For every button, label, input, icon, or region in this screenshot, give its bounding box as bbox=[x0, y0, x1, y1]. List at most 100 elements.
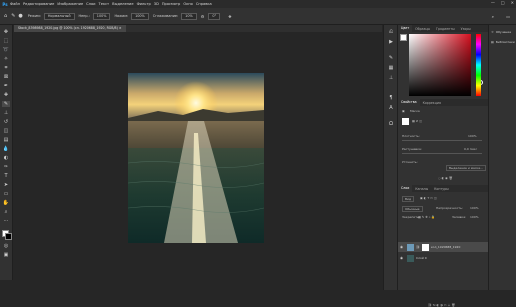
layer-row-active[interactable]: ◉ ⛓ кол_1920688_1920 bbox=[398, 242, 489, 252]
healing-tool-icon[interactable]: ✚ bbox=[2, 92, 10, 98]
search-icon[interactable]: ⌕ bbox=[492, 14, 494, 19]
blur-tool-icon[interactable]: 💧 bbox=[2, 146, 10, 152]
maximize-icon[interactable]: □ bbox=[501, 0, 505, 5]
feather-value[interactable]: 0,0 пикс bbox=[464, 147, 477, 151]
background-color-swatch[interactable] bbox=[5, 233, 12, 240]
tab-layers[interactable]: Слои bbox=[398, 185, 413, 192]
symmetry-icon[interactable]: ❖ bbox=[228, 14, 232, 19]
history-panel-icon[interactable]: ⎌ bbox=[387, 29, 395, 35]
hand-tool-icon[interactable]: ✋ bbox=[2, 200, 10, 206]
layer-opacity-value[interactable]: 100% bbox=[470, 206, 479, 210]
color-panel-foreground-swatch[interactable] bbox=[400, 34, 407, 41]
brush-preset-icon[interactable]: ● bbox=[18, 13, 22, 19]
fill-value[interactable]: 100% bbox=[470, 215, 479, 219]
home-icon[interactable]: ⌂ bbox=[4, 13, 7, 19]
color-picker-field[interactable] bbox=[409, 34, 471, 96]
path-select-tool-icon[interactable]: ➤ bbox=[2, 182, 10, 188]
brushes-panel-icon[interactable]: ▦ bbox=[387, 65, 395, 71]
density-label: Плотность: bbox=[402, 134, 420, 138]
layer-row[interactable]: ◉ Слой 0 bbox=[398, 253, 489, 263]
tab-paths[interactable]: Контуры bbox=[431, 187, 452, 191]
frame-tool-icon[interactable]: ⊠ bbox=[2, 74, 10, 80]
menu-item-filter[interactable]: Фильтр bbox=[137, 2, 151, 6]
menu-item-select[interactable]: Выделение bbox=[112, 2, 133, 6]
quick-mask-icon[interactable]: ◎ bbox=[2, 243, 10, 249]
mask-actions-icons[interactable]: ◌ ◐ ◉ 🗑 bbox=[438, 176, 453, 180]
libraries-panel-button[interactable]: ▤ Библиотеки bbox=[491, 38, 515, 46]
layer-name[interactable]: кол_1920688_1920 bbox=[431, 245, 461, 249]
menu-item-help[interactable]: Справка bbox=[196, 2, 212, 6]
document-tab[interactable]: Stock_8398988_1920.jpg @ 100% (сл. 19206… bbox=[14, 25, 126, 32]
visibility-eye-icon[interactable]: ◉ bbox=[400, 256, 405, 260]
quick-select-tool-icon[interactable]: ✧ bbox=[2, 56, 10, 62]
workspace-icon[interactable]: ▭ bbox=[506, 14, 510, 19]
eyedropper-tool-icon[interactable]: ✒ bbox=[2, 83, 10, 89]
tab-properties[interactable]: Свойства bbox=[398, 99, 420, 106]
smoothing-field[interactable]: 10% bbox=[181, 12, 197, 20]
hue-slider[interactable] bbox=[476, 34, 481, 96]
lasso-tool-icon[interactable]: ➰ bbox=[2, 47, 10, 53]
stamp-tool-icon[interactable]: ⊥ bbox=[2, 110, 10, 116]
brush-tool-icon-active[interactable]: ✎ bbox=[2, 101, 10, 107]
actions-panel-icon[interactable]: ▶ bbox=[387, 39, 395, 45]
shape-tool-icon[interactable]: ▭ bbox=[2, 191, 10, 197]
blend-mode-select[interactable]: Обычные bbox=[402, 206, 423, 212]
layer-mask-thumbnail[interactable] bbox=[421, 243, 429, 251]
filter-icons[interactable]: ▣ ◐ T ▭ ◫ bbox=[420, 196, 437, 200]
clone-source-icon[interactable]: ⊥ bbox=[387, 75, 395, 81]
layer-actions-icons[interactable]: ⛓ fx ◐ ◑ ▭ ＋ 🗑 bbox=[428, 303, 455, 307]
history-brush-tool-icon[interactable]: ↺ bbox=[2, 119, 10, 125]
menu-item-file[interactable]: Файл bbox=[10, 2, 20, 6]
eraser-tool-icon[interactable]: ◫ bbox=[2, 128, 10, 134]
menu-item-layers[interactable]: Слои bbox=[86, 2, 95, 6]
glyphs-panel-icon[interactable]: Ω bbox=[387, 121, 395, 127]
dodge-tool-icon[interactable]: ◐ bbox=[2, 155, 10, 161]
pressure-label: Нажим: bbox=[114, 14, 129, 18]
tab-swatches[interactable]: Образцы bbox=[412, 27, 433, 31]
menu-item-3d[interactable]: 3D bbox=[154, 2, 159, 6]
menu-item-image[interactable]: Изображение bbox=[57, 2, 83, 6]
move-tool-icon[interactable]: ✥ bbox=[2, 29, 10, 35]
feather-slider[interactable] bbox=[402, 153, 482, 154]
density-slider[interactable] bbox=[402, 140, 482, 141]
menu-item-edit[interactable]: Редактирование bbox=[23, 2, 54, 6]
angle-field[interactable]: 0° bbox=[208, 12, 221, 20]
select-and-mask-button[interactable]: Выделение и маска... bbox=[446, 165, 486, 171]
lock-icons[interactable]: ▦ ✎ ✥ ⌗ 🔒 bbox=[418, 215, 435, 219]
smoothing-label: Сглаживание: bbox=[152, 14, 179, 18]
pen-tool-icon[interactable]: ✑ bbox=[2, 164, 10, 170]
zoom-tool-icon[interactable]: ⌕ bbox=[2, 209, 10, 215]
tab-patterns[interactable]: Узоры bbox=[458, 27, 474, 31]
type-tool-icon[interactable]: T bbox=[2, 173, 10, 179]
screen-mode-icon[interactable]: ▣ bbox=[2, 252, 10, 258]
menu-item-text[interactable]: Текст bbox=[99, 2, 110, 6]
gear-icon[interactable]: ⚙ bbox=[201, 14, 205, 19]
tab-adjustments[interactable]: Коррекция bbox=[420, 101, 444, 105]
layer-kind-filter[interactable]: Вид bbox=[402, 196, 415, 202]
tab-channels[interactable]: Каналы bbox=[412, 187, 431, 191]
menu-item-window[interactable]: Окно bbox=[183, 2, 193, 6]
mask-select-icon[interactable]: ▦ ⊘ ◫ bbox=[412, 119, 422, 123]
menu-item-view[interactable]: Просмотр bbox=[162, 2, 180, 6]
close-icon[interactable]: ✕ bbox=[511, 0, 514, 5]
density-value[interactable]: 100% bbox=[468, 134, 477, 138]
gradient-tool-icon[interactable]: ▤ bbox=[2, 137, 10, 143]
mode-select[interactable]: Нормальный bbox=[43, 12, 75, 20]
feather-label: Растушевка: bbox=[402, 147, 422, 151]
tab-gradients[interactable]: Градиенты bbox=[433, 27, 458, 31]
marquee-tool-icon[interactable]: ⬚ bbox=[2, 38, 10, 44]
brush-tool-icon[interactable]: ✎ bbox=[11, 13, 15, 19]
character-panel-icon[interactable]: A bbox=[387, 105, 395, 111]
learn-panel-button[interactable]: ☼ Обучение bbox=[491, 28, 515, 36]
more-tools-icon[interactable]: ⋯ bbox=[2, 218, 10, 224]
tab-color[interactable]: Цвет bbox=[398, 25, 413, 32]
pressure-field[interactable]: 100% bbox=[131, 12, 149, 20]
visibility-eye-icon[interactable]: ◉ bbox=[400, 245, 405, 249]
layer-name[interactable]: Слой 0 bbox=[416, 256, 427, 260]
paragraph-panel-icon[interactable]: ¶ bbox=[387, 95, 395, 101]
crop-tool-icon[interactable]: ⌗ bbox=[2, 65, 10, 71]
brush-settings-icon[interactable]: ✎ bbox=[387, 55, 395, 61]
opacity-field[interactable]: 100% bbox=[92, 12, 111, 20]
document-canvas-image[interactable] bbox=[128, 73, 264, 243]
minimize-icon[interactable]: — bbox=[491, 0, 495, 5]
